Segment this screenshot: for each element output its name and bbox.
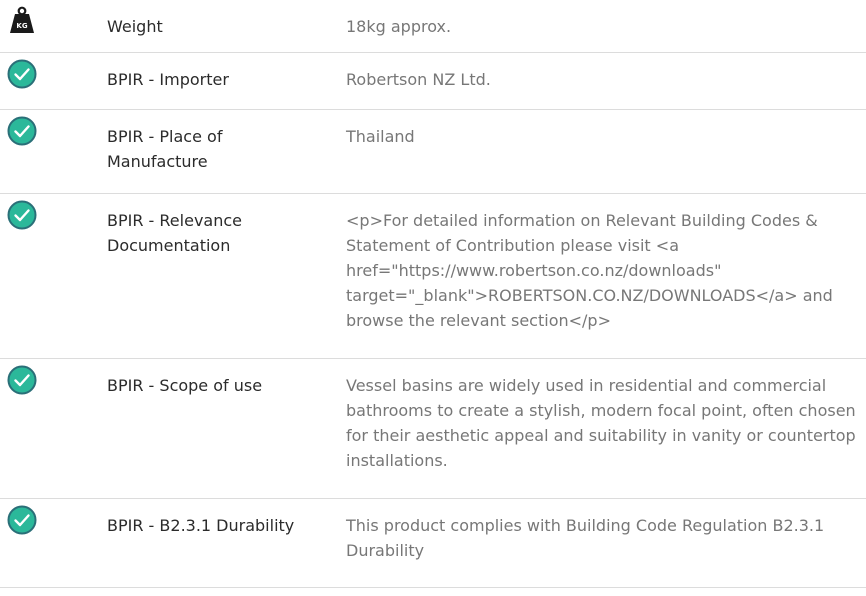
spec-row-weight: KG Weight 18kg approx. <box>0 0 866 53</box>
svg-text:KG: KG <box>16 22 27 30</box>
spec-value: 18kg approx. <box>346 17 452 36</box>
weight-kg-icon: KG <box>7 6 37 36</box>
spec-value: Vessel basins are widely used in residen… <box>346 376 856 470</box>
spec-row-durability: BPIR - B2.3.1 Durability This product co… <box>0 499 866 588</box>
spec-label: BPIR - Scope of use <box>107 376 263 395</box>
spec-label: BPIR - Relevance Documentation <box>107 211 242 255</box>
spec-list: KG Weight 18kg approx. BPIR - Importer R… <box>0 0 866 588</box>
check-circle-icon <box>7 116 37 146</box>
spec-value: <p>For detailed information on Relevant … <box>346 211 833 330</box>
check-circle-icon <box>7 200 37 230</box>
spec-value: Robertson NZ Ltd. <box>346 70 491 89</box>
spec-row-importer: BPIR - Importer Robertson NZ Ltd. <box>0 53 866 110</box>
spec-value: Thailand <box>346 127 415 146</box>
check-circle-icon <box>7 365 37 395</box>
spec-row-relevance-documentation: BPIR - Relevance Documentation <p>For de… <box>0 194 866 359</box>
spec-label: BPIR - Place of Manufacture <box>107 127 223 171</box>
spec-label: BPIR - Importer <box>107 70 229 89</box>
spec-row-place-of-manufacture: BPIR - Place of Manufacture Thailand <box>0 110 866 194</box>
check-circle-icon <box>7 505 37 535</box>
spec-label: Weight <box>107 17 163 36</box>
spec-label: BPIR - B2.3.1 Durability <box>107 516 295 535</box>
spec-row-scope-of-use: BPIR - Scope of use Vessel basins are wi… <box>0 359 866 499</box>
spec-value: This product complies with Building Code… <box>346 516 825 560</box>
check-circle-icon <box>7 59 37 89</box>
